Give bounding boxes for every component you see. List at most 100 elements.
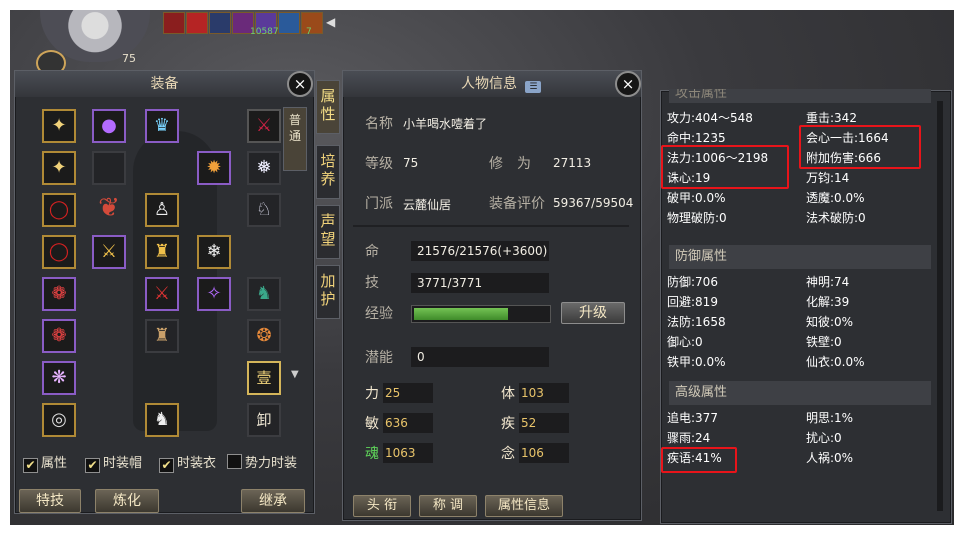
cultivation-value: 27113	[553, 156, 592, 170]
character-level: 75	[403, 156, 419, 170]
attr-agility-label: 敏	[365, 416, 379, 432]
collapse-arrow-icon[interactable]: ◀	[326, 15, 335, 29]
bracelet-icon[interactable]: ❁	[44, 321, 74, 351]
checkbox-attributes[interactable]: ✔ 属性	[23, 452, 67, 473]
special-skill-button[interactable]: 特技	[19, 489, 81, 513]
attr-mind-label: 念	[501, 446, 515, 462]
boots-icon[interactable]: ♞	[147, 405, 177, 435]
stat-defense-0-0: 防御:706	[667, 275, 718, 289]
unequip-icon[interactable]: 卸	[249, 405, 279, 435]
attr-speed-label: 疾	[501, 416, 515, 432]
list-icon[interactable]: ☰	[525, 81, 542, 93]
stat-defense-3-0: 御心:0	[667, 335, 703, 349]
close-icon[interactable]: ×	[287, 71, 313, 97]
talisman-icon[interactable]: ✹	[199, 153, 229, 183]
charm-icon[interactable]: ❋	[44, 363, 74, 393]
weapon-icon[interactable]: ⚔	[94, 237, 124, 267]
stat-defense-2-1: 知彼:0%	[806, 315, 854, 329]
helmet-icon[interactable]: ♛	[147, 111, 177, 141]
potential-label: 潜能	[365, 350, 393, 366]
mount-icon[interactable]: ✧	[199, 279, 229, 309]
equipment-panel: 装备 × 普通 ✦ ✦ ◯ ◯ ❁ ❁ ❋ ◎ ● ❦ ⚔ ⚔ ♜ ♞ ♛ ♙ …	[14, 70, 315, 514]
ring-icon[interactable]: ◎	[44, 405, 74, 435]
stat-advanced-0-1: 明思:1%	[806, 411, 854, 425]
pet-fox-icon[interactable]: ❂	[249, 321, 279, 351]
slot-one-icon[interactable]: 壹	[249, 363, 279, 393]
attribute-info-button[interactable]: 属性信息	[485, 495, 563, 517]
hp-label: 命	[365, 244, 379, 260]
equipment-title: 装备	[15, 71, 314, 97]
highlight-box	[661, 145, 789, 189]
stat-attack-4-0: 破甲:0.0%	[667, 191, 726, 205]
fashion-head-icon[interactable]: ❅	[249, 153, 279, 183]
mount-horse-icon[interactable]: ♞	[249, 279, 279, 309]
stat-attack-0-0: 攻力:404～548	[667, 111, 753, 125]
armor-icon[interactable]: ♜	[147, 321, 177, 351]
checkbox-fashion-hat[interactable]: ✔ 时装帽	[85, 452, 142, 473]
armor-icon[interactable]: ♜	[147, 237, 177, 267]
tab-attributes[interactable]: 属性	[316, 80, 340, 134]
necklace-icon[interactable]: ◯	[44, 195, 74, 225]
robe-icon[interactable]: ♙	[147, 195, 177, 225]
bracelet-icon[interactable]: ❁	[44, 279, 74, 309]
skill-label: 技	[365, 275, 379, 291]
fashion-weapon-icon[interactable]: ⚔	[249, 111, 279, 141]
stat-attack-4-1: 透魔:0.0%	[806, 191, 865, 205]
tab-normal[interactable]: 普通	[283, 107, 307, 171]
potential-value: 0	[417, 350, 425, 364]
weapon-icon[interactable]: ⚔	[147, 279, 177, 309]
tab-reputation[interactable]: 声望	[316, 205, 340, 259]
wing-icon[interactable]: ❦	[92, 193, 126, 227]
close-icon[interactable]: ×	[615, 71, 641, 97]
attack-section-header: 攻击属性	[669, 89, 931, 103]
stat-advanced-0-0: 追电:377	[667, 411, 718, 425]
attr-soul-label: 魂	[365, 446, 379, 462]
hp-value: 21576/21576(+3600)	[417, 244, 548, 258]
stat-defense-0-1: 神明:74	[806, 275, 850, 289]
gear-score-value: 59367/59504	[553, 196, 634, 210]
gear-slot-icon[interactable]: ✦	[44, 153, 74, 183]
stat-attack-5-1: 法术破防:0	[806, 211, 866, 225]
pet-icon[interactable]: ❄	[199, 237, 229, 267]
skill-value: 3771/3771	[417, 276, 483, 290]
stat-attack-1-0: 命中:1235	[667, 131, 726, 145]
buff-icon-6[interactable]	[278, 12, 300, 34]
game-screen: 75 10587 7 ◀ 装备 × 普通 ✦ ✦ ◯ ◯ ❁ ❁ ❋ ◎ ● ❦…	[10, 10, 954, 525]
buff-icon-3[interactable]	[209, 12, 231, 34]
buff-icon-2[interactable]	[186, 12, 208, 34]
inherit-button[interactable]: 继承	[241, 489, 305, 513]
orb-icon[interactable]: ●	[94, 111, 124, 141]
tab-training[interactable]: 培养	[316, 145, 340, 199]
checkbox-faction-fashion[interactable]: 势力时装	[227, 452, 297, 471]
empty-slot[interactable]	[92, 151, 126, 185]
character-info-panel: 人物信息 ☰ × 名称 小羊喝水噎着了 等级 75 修 为 27113 门派 云…	[342, 70, 642, 521]
refine-button[interactable]: 炼化	[95, 489, 159, 513]
stat-attack-0-1: 重击:342	[806, 111, 857, 125]
stats-panel: 攻击属性 攻力:404～548 重击:342 命中:1235 会心一击:1664 法力:…	[660, 89, 952, 524]
appellation-button[interactable]: 称 调	[419, 495, 477, 517]
scrollbar[interactable]	[937, 101, 943, 511]
buff-counter: 10587	[250, 27, 279, 37]
upgrade-button[interactable]: 升级	[561, 302, 625, 324]
player-level: 75	[122, 52, 136, 65]
cultivation-label: 修 为	[489, 156, 531, 172]
title-button[interactable]: 头 衔	[353, 495, 411, 517]
stat-defense-1-1: 化解:39	[806, 295, 850, 309]
attr-constitution-value: 103	[521, 386, 544, 400]
necklace-icon[interactable]: ◯	[44, 237, 74, 267]
checkbox-fashion-clothes[interactable]: ✔ 时装衣	[159, 452, 216, 473]
level-label: 等级	[365, 156, 393, 172]
dropdown-arrow-icon[interactable]: ▼	[291, 369, 299, 380]
stat-attack-3-1: 万钧:14	[806, 171, 850, 185]
stat-defense-2-0: 法防:1658	[667, 315, 726, 329]
fashion-body-icon[interactable]: ♘	[249, 195, 279, 225]
attr-constitution-label: 体	[501, 386, 515, 402]
tab-protection[interactable]: 加护	[316, 265, 340, 319]
gear-slot-icon[interactable]: ✦	[44, 111, 74, 141]
buff-icon-1[interactable]	[163, 12, 185, 34]
attr-speed-value: 52	[521, 416, 537, 430]
attr-strength-label: 力	[365, 386, 379, 402]
stat-advanced-2-1: 人祸:0%	[806, 451, 854, 465]
sect-label: 门派	[365, 196, 393, 212]
buff-icon-7[interactable]	[301, 12, 323, 34]
